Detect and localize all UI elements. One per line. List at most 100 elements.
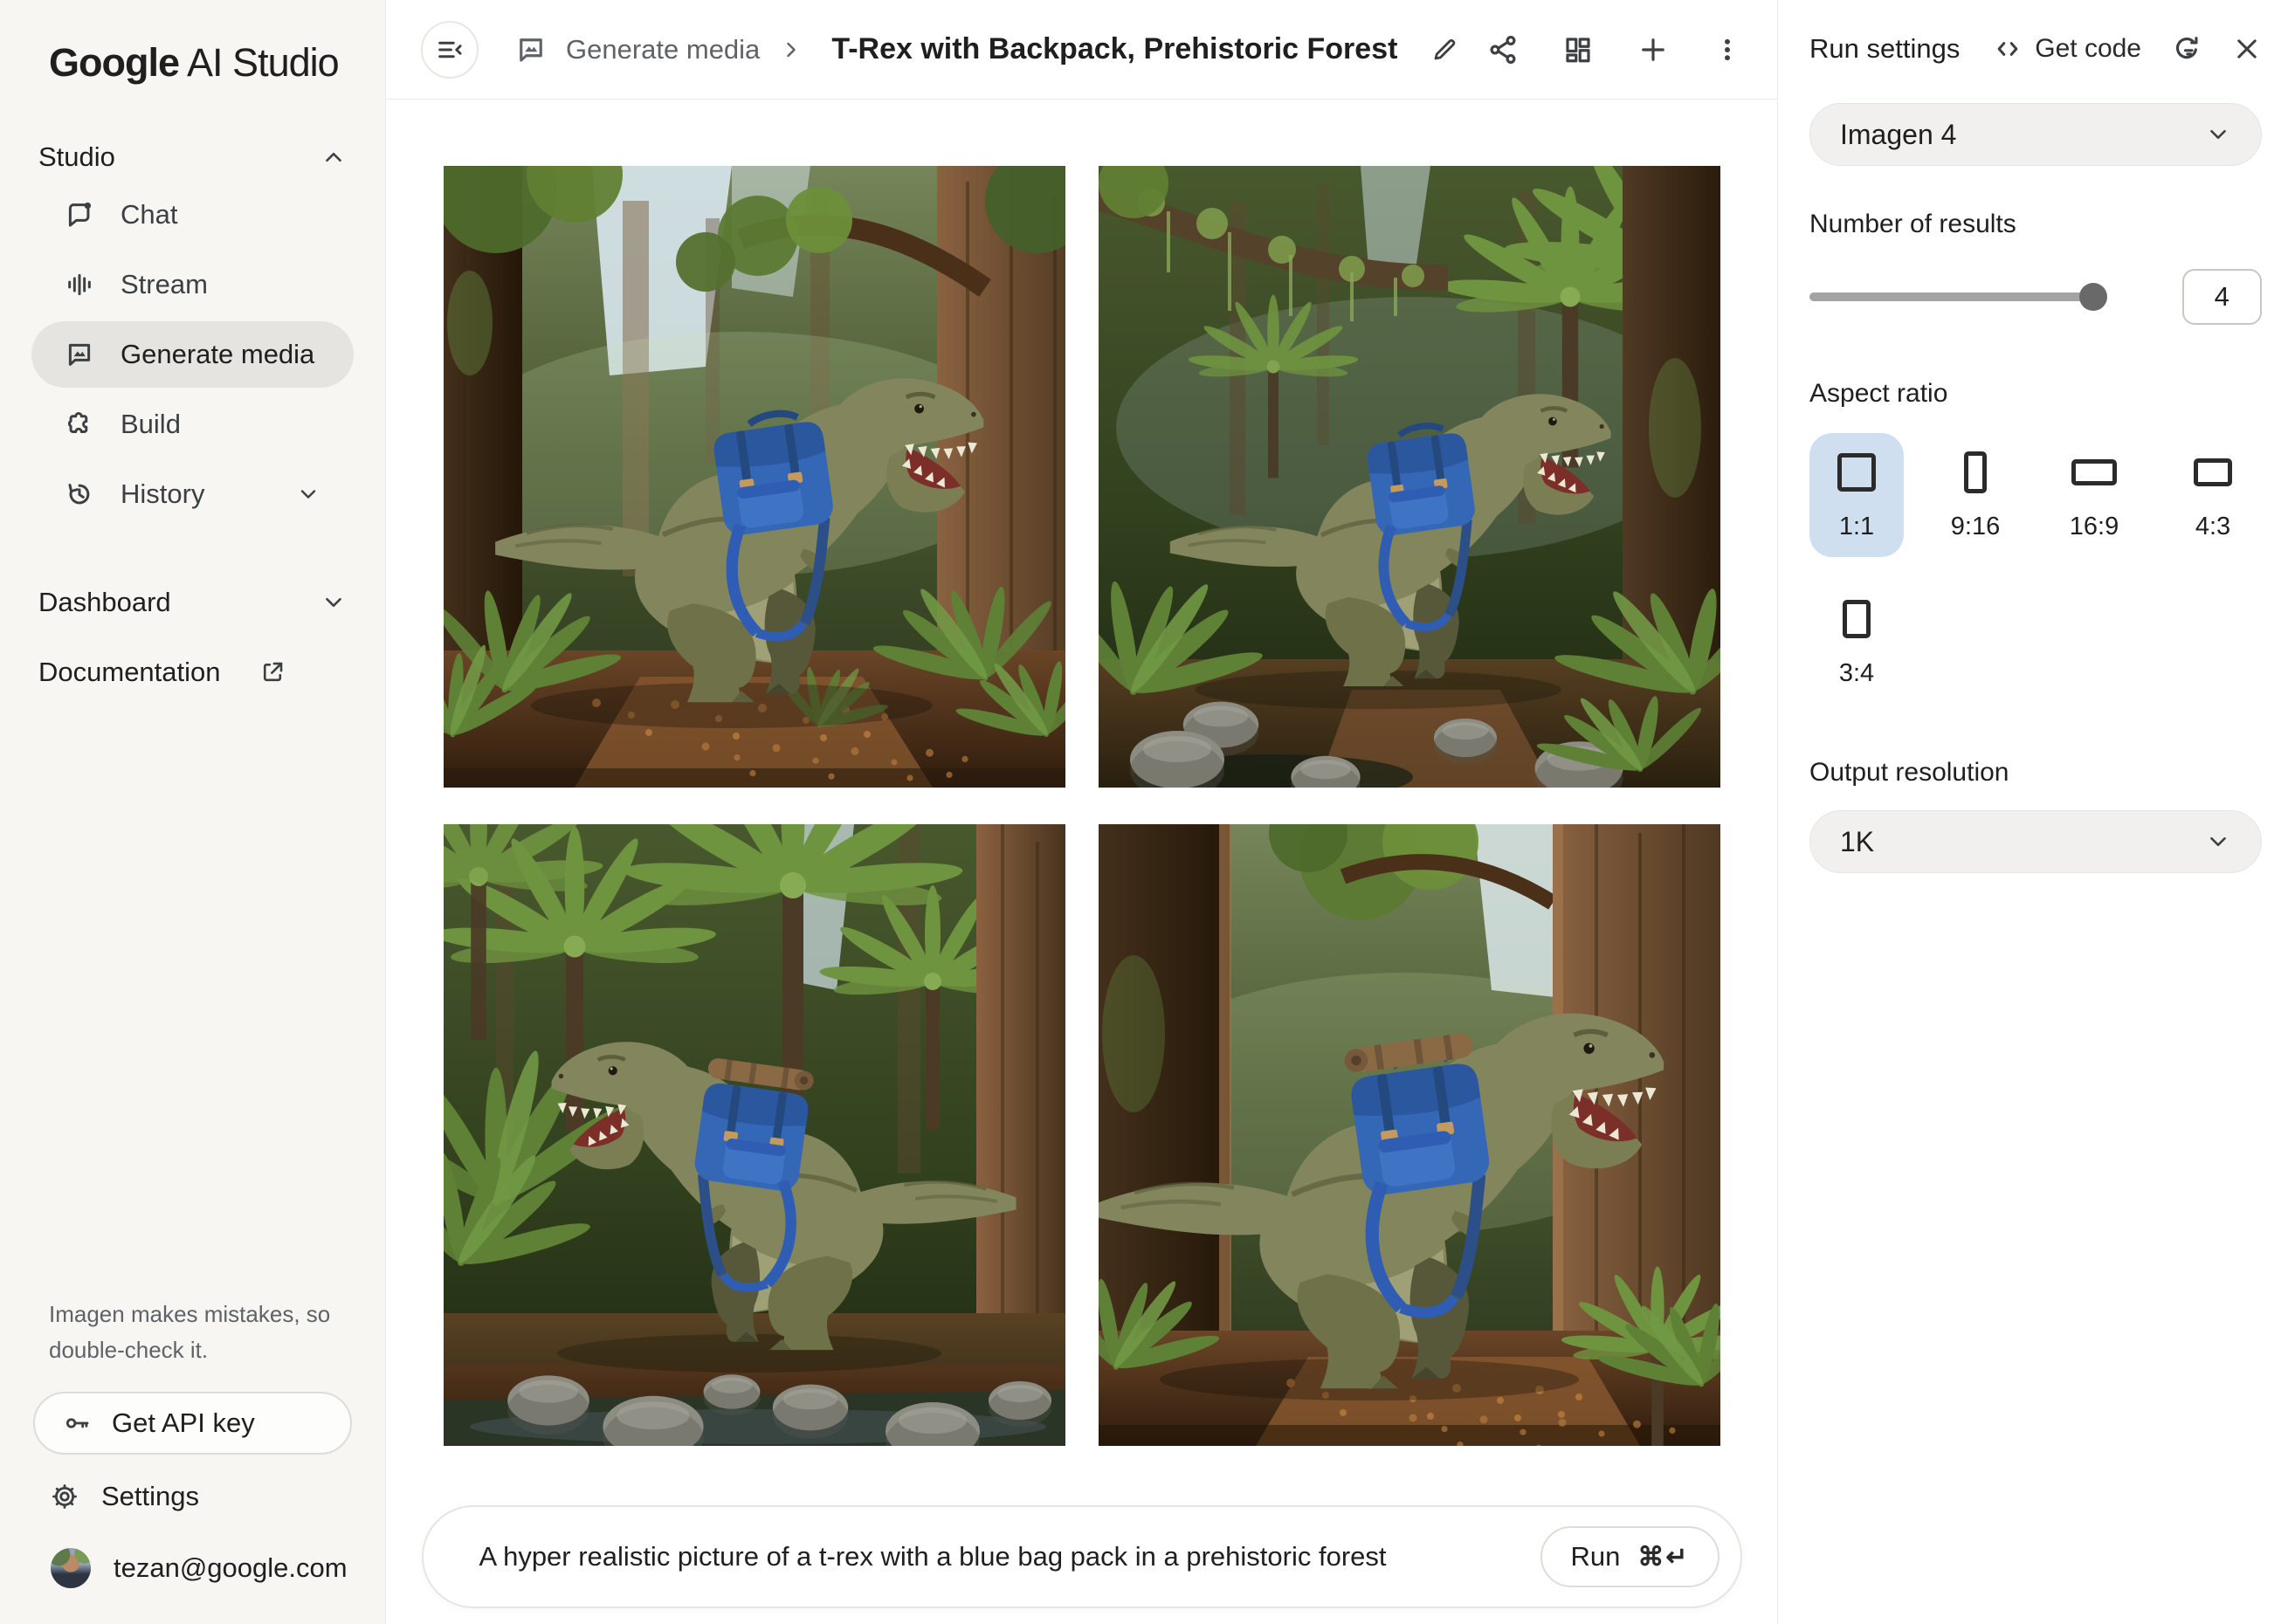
settings-label: Settings bbox=[101, 1481, 199, 1512]
model-select[interactable]: Imagen 4 bbox=[1809, 103, 2262, 166]
stream-waveform-icon bbox=[65, 270, 94, 299]
aspect-ratio-label: Aspect ratio bbox=[1809, 379, 2262, 409]
key-icon bbox=[63, 1409, 91, 1437]
sidebar-item-generate-media[interactable]: Generate media bbox=[31, 321, 354, 388]
edit-pencil-icon[interactable] bbox=[1430, 36, 1458, 64]
model-select-value: Imagen 4 bbox=[1840, 119, 1956, 151]
output-resolution-label: Output resolution bbox=[1809, 758, 2262, 788]
sidebar-item-settings[interactable]: Settings bbox=[33, 1467, 352, 1526]
sidebar-item-label: Generate media bbox=[121, 339, 314, 370]
breadcrumb-root[interactable]: Generate media bbox=[566, 34, 760, 65]
aspect-ratio-4-3[interactable]: 4:3 bbox=[2166, 433, 2260, 557]
ratio-label: 1:1 bbox=[1839, 513, 1874, 541]
generated-image-4[interactable] bbox=[1099, 824, 1720, 1446]
header-actions bbox=[1487, 34, 1742, 65]
generate-media-icon bbox=[65, 340, 94, 369]
sidebar-footer: Imagen makes mistakes, so double-check i… bbox=[0, 1297, 385, 1624]
more-options-button[interactable] bbox=[1713, 35, 1742, 65]
generated-image-3[interactable] bbox=[444, 824, 1065, 1446]
run-settings-title: Run settings bbox=[1809, 33, 1960, 65]
run-label: Run bbox=[1570, 1541, 1620, 1572]
sidebar-item-documentation[interactable]: Documentation bbox=[0, 639, 385, 705]
prompt-input[interactable]: A hyper realistic picture of a t-rex wit… bbox=[479, 1541, 1387, 1572]
ratio-label: 3:4 bbox=[1839, 659, 1874, 688]
trex-scene-1 bbox=[444, 166, 1065, 788]
chat-icon bbox=[65, 200, 94, 230]
output-resolution-select[interactable]: 1K bbox=[1809, 810, 2262, 873]
share-button[interactable] bbox=[1487, 34, 1519, 65]
main-area: Generate media T-Rex with Backpack, Preh… bbox=[386, 0, 1777, 1624]
aspect-ratio-3-4[interactable]: 3:4 bbox=[1809, 580, 1904, 704]
page-title: T-Rex with Backpack, Prehistoric Forest bbox=[831, 32, 1397, 66]
avatar bbox=[51, 1548, 91, 1588]
ratio-landscape-icon bbox=[2194, 458, 2232, 486]
sidebar-item-stream[interactable]: Stream bbox=[31, 251, 354, 318]
trex-scene-4 bbox=[1099, 824, 1720, 1446]
share-icon bbox=[1487, 34, 1519, 65]
documentation-label: Documentation bbox=[38, 657, 221, 688]
external-link-icon bbox=[259, 659, 286, 685]
trex-scene-3 bbox=[444, 824, 1065, 1446]
prompt-bar[interactable]: A hyper realistic picture of a t-rex wit… bbox=[422, 1505, 1742, 1608]
panel-actions: Get code bbox=[1993, 33, 2262, 65]
sidebar-item-history[interactable]: History bbox=[31, 461, 354, 527]
chevron-down-icon bbox=[2205, 829, 2231, 855]
ratio-label: 4:3 bbox=[2195, 513, 2230, 541]
results-slider-knob[interactable] bbox=[2079, 283, 2107, 311]
apps-grid-button[interactable] bbox=[1562, 34, 1594, 65]
run-button[interactable]: Run ⌘↵ bbox=[1540, 1526, 1719, 1587]
chevron-down-icon bbox=[296, 482, 320, 506]
sidebar-item-label: Chat bbox=[121, 199, 177, 231]
ratio-tall-icon bbox=[1843, 600, 1871, 638]
output-resolution-value: 1K bbox=[1840, 826, 1874, 858]
history-icon bbox=[65, 479, 94, 509]
get-api-key-button[interactable]: Get API key bbox=[33, 1392, 352, 1455]
run-settings-header: Run settings Get code bbox=[1809, 0, 2262, 98]
logo-google: Google bbox=[49, 40, 179, 85]
sidebar-item-label: History bbox=[121, 478, 204, 510]
model-disclaimer: Imagen makes mistakes, so double-check i… bbox=[33, 1297, 352, 1369]
sidebar: Google AI StudioAI Studio Studio Chat St… bbox=[0, 0, 386, 1624]
sidebar-item-build[interactable]: Build bbox=[31, 391, 354, 458]
close-panel-button[interactable] bbox=[2232, 34, 2262, 64]
dashboard-label: Dashboard bbox=[38, 587, 171, 618]
generated-images-grid bbox=[444, 166, 1720, 1446]
disclaimer-line-1: Imagen makes mistakes, so bbox=[49, 1297, 336, 1333]
sidebar-item-dashboard[interactable]: Dashboard bbox=[0, 569, 385, 636]
generate-media-icon bbox=[515, 34, 547, 65]
number-of-results-control: 4 bbox=[1809, 269, 2262, 325]
collapse-sidebar-button[interactable] bbox=[421, 21, 479, 79]
sidebar-item-label: Stream bbox=[121, 269, 208, 300]
results-area: A hyper realistic picture of a t-rex wit… bbox=[386, 100, 1777, 1624]
sidebar-section-studio[interactable]: Studio bbox=[38, 141, 347, 173]
main-header: Generate media T-Rex with Backpack, Preh… bbox=[386, 0, 1777, 100]
logo-ai-studio: AI Studio bbox=[187, 40, 339, 85]
section-studio-label: Studio bbox=[38, 141, 115, 173]
get-code-button[interactable]: Get code bbox=[1993, 34, 2141, 64]
generated-image-1[interactable] bbox=[444, 166, 1065, 788]
generated-image-2[interactable] bbox=[1099, 166, 1720, 788]
results-value-field[interactable]: 4 bbox=[2182, 269, 2262, 325]
aspect-ratio-1-1[interactable]: 1:1 bbox=[1809, 433, 1904, 557]
run-settings-panel: Run settings Get code Imagen 4 Number of… bbox=[1777, 0, 2288, 1624]
code-icon bbox=[1993, 34, 2023, 64]
aspect-ratio-16-9[interactable]: 16:9 bbox=[2047, 433, 2141, 557]
chevron-down-icon bbox=[2205, 121, 2231, 148]
chevron-down-icon bbox=[320, 589, 347, 616]
reset-settings-icon bbox=[2171, 33, 2202, 65]
account-row[interactable]: tezan@google.com bbox=[33, 1538, 352, 1598]
breadcrumb: Generate media T-Rex with Backpack, Preh… bbox=[515, 32, 1458, 66]
ratio-widescreen-icon bbox=[2071, 459, 2117, 485]
results-slider[interactable] bbox=[1809, 292, 2102, 301]
reset-settings-button[interactable] bbox=[2171, 33, 2202, 65]
chevron-up-icon bbox=[320, 144, 347, 170]
get-api-key-label: Get API key bbox=[112, 1407, 255, 1439]
aspect-ratio-9-16[interactable]: 9:16 bbox=[1928, 433, 2023, 557]
sidebar-item-chat[interactable]: Chat bbox=[31, 182, 354, 248]
app-window: Google AI StudioAI Studio Studio Chat St… bbox=[0, 0, 2288, 1624]
ratio-square-icon bbox=[1837, 453, 1876, 492]
new-item-button[interactable] bbox=[1637, 34, 1669, 65]
disclaimer-line-2: double-check it. bbox=[49, 1332, 336, 1369]
number-of-results-label: Number of results bbox=[1809, 210, 2262, 239]
chevron-right-icon bbox=[779, 38, 803, 62]
